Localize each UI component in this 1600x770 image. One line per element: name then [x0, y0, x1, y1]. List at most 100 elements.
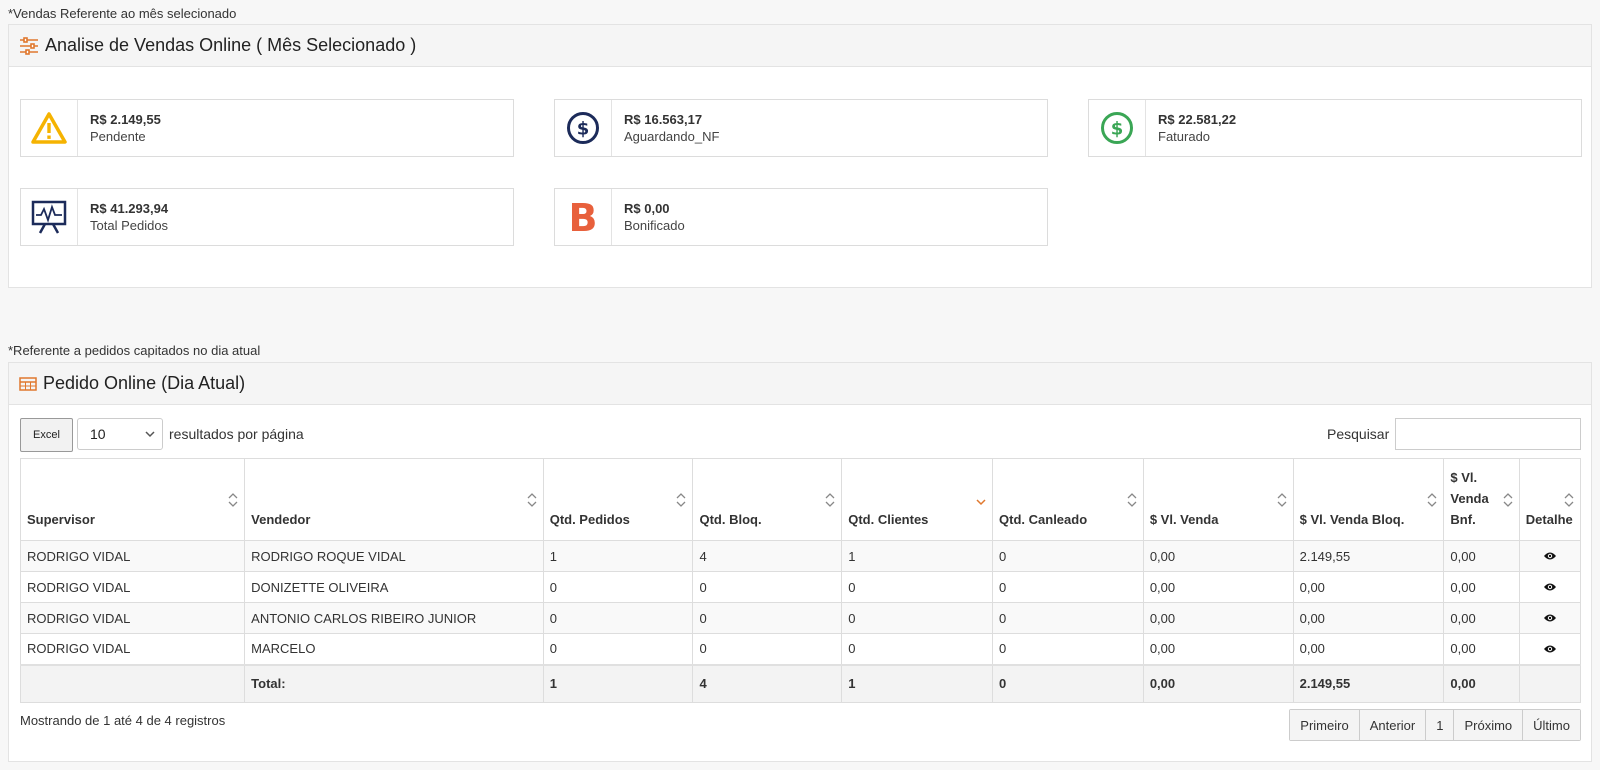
- cell-vendedor: DONIZETTE OLIVEIRA: [244, 571, 544, 603]
- cell-qtd-pedidos: 0: [542, 602, 694, 634]
- pagination: Primeiro Anterior 1 Próximo Último: [1289, 709, 1581, 741]
- footer-cell: [1518, 663, 1582, 703]
- cell-vl-venda: 0,00: [1142, 602, 1294, 634]
- column-header[interactable]: $ Vl. Venda: [1142, 458, 1294, 541]
- card-value: R$ 0,00: [624, 201, 670, 216]
- chevron-down-icon: [145, 431, 155, 438]
- cell-supervisor: RODRIGO VIDAL: [19, 540, 246, 572]
- orders-panel: Pedido Online (Dia Atual) Excel 10 resul…: [8, 362, 1592, 762]
- cell-detalhe[interactable]: [1518, 602, 1582, 634]
- page-last-button[interactable]: Último: [1522, 710, 1580, 740]
- excel-button[interactable]: Excel: [20, 418, 73, 452]
- sort-icon: [1127, 493, 1137, 507]
- cell-vl-venda: 0,00: [1142, 633, 1294, 665]
- column-header[interactable]: $ Vl. Venda Bloq.: [1292, 458, 1445, 541]
- column-header[interactable]: Detalhe: [1518, 458, 1582, 541]
- footer-cell: 1: [841, 663, 994, 703]
- bold-b-icon: B: [569, 199, 598, 235]
- svg-text:B: B: [569, 199, 598, 235]
- table-header-row: Supervisor Vendedor Qtd. Pedidos Qtd. Bl…: [19, 458, 1582, 541]
- cell-vl-venda: 0,00: [1142, 540, 1294, 572]
- cell-detalhe[interactable]: [1518, 571, 1582, 603]
- cell-vendedor: MARCELO: [244, 633, 544, 665]
- card-aguardando-nf: $ R$ 16.563,17 Aguardando_NF: [554, 99, 1048, 157]
- cell-qtd-canleado: 0: [992, 633, 1144, 665]
- cell-qtd-pedidos: 0: [542, 571, 694, 603]
- presentation-chart-icon: [31, 200, 67, 234]
- dollar-circle-icon: $: [1101, 112, 1133, 144]
- orders-table: Supervisor Vendedor Qtd. Pedidos Qtd. Bl…: [19, 458, 1582, 703]
- svg-text:$: $: [577, 119, 590, 140]
- eye-icon[interactable]: [1543, 644, 1557, 654]
- eye-icon[interactable]: [1543, 613, 1557, 623]
- footer-cell: 0: [992, 663, 1144, 703]
- column-header[interactable]: Supervisor: [19, 458, 246, 541]
- cell-qtd-clientes: 0: [841, 633, 994, 665]
- page-size-select[interactable]: 10: [77, 418, 163, 450]
- cell-qtd-clientes: 0: [841, 602, 994, 634]
- cell-vendedor: RODRIGO ROQUE VIDAL: [244, 540, 544, 572]
- month-note: *Vendas Referente ao mês selecionado: [8, 6, 237, 21]
- sales-analysis-panel: Analise de Vendas Online ( Mês Seleciona…: [8, 24, 1592, 288]
- table-row: RODRIGO VIDAL MARCELO 0 0 0 0 0,00 0,00 …: [19, 633, 1582, 665]
- card-label: Pendente: [90, 129, 146, 144]
- cell-vl-venda-bnf: 0,00: [1443, 633, 1520, 665]
- cell-vl-venda-bloq: 0,00: [1292, 633, 1445, 665]
- cell-vl-venda: 0,00: [1142, 571, 1294, 603]
- column-header[interactable]: Qtd. Clientes: [841, 458, 994, 541]
- cell-qtd-bloq: 4: [692, 540, 843, 572]
- sort-icon: [1503, 493, 1513, 507]
- footer-cell: 1: [542, 663, 694, 703]
- footer-cell: [19, 663, 246, 703]
- orders-header: Pedido Online (Dia Atual): [9, 363, 1591, 405]
- cell-vl-venda-bnf: 0,00: [1443, 571, 1520, 603]
- card-bonificado: B R$ 0,00 Bonificado: [554, 188, 1048, 246]
- footer-cell: 0,00: [1443, 663, 1520, 703]
- cell-qtd-pedidos: 0: [542, 633, 694, 665]
- column-header[interactable]: $ Vl. Venda Bnf.: [1443, 458, 1520, 541]
- cell-qtd-canleado: 0: [992, 571, 1144, 603]
- card-label: Total Pedidos: [90, 218, 169, 233]
- sort-icon: [1564, 493, 1574, 507]
- page-next-button[interactable]: Próximo: [1453, 710, 1523, 740]
- page-number-button[interactable]: 1: [1425, 710, 1454, 740]
- table-row: RODRIGO VIDAL DONIZETTE OLIVEIRA 0 0 0 0…: [19, 571, 1582, 603]
- search-input[interactable]: [1395, 418, 1581, 450]
- page-size-value: 10: [90, 426, 106, 442]
- panel-title: Pedido Online (Dia Atual): [43, 373, 246, 393]
- panel-title: Analise de Vendas Online ( Mês Seleciona…: [45, 35, 417, 55]
- sort-desc-icon: [976, 499, 986, 506]
- cell-detalhe[interactable]: [1518, 540, 1582, 572]
- page-first-button[interactable]: Primeiro: [1290, 710, 1359, 740]
- card-faturado: $ R$ 22.581,22 Faturado: [1088, 99, 1582, 157]
- cell-vl-venda-bloq: 0,00: [1292, 571, 1445, 603]
- card-total-pedidos: R$ 41.293,94 Total Pedidos: [20, 188, 514, 246]
- cell-vl-venda-bnf: 0,00: [1443, 602, 1520, 634]
- card-value: R$ 2.149,55: [90, 112, 161, 127]
- footer-total-label: Total:: [244, 663, 544, 703]
- column-header[interactable]: Vendedor: [244, 458, 544, 541]
- column-header[interactable]: Qtd. Pedidos: [542, 458, 694, 541]
- sort-icon: [1427, 493, 1437, 507]
- cell-supervisor: RODRIGO VIDAL: [19, 633, 246, 665]
- eye-icon[interactable]: [1543, 582, 1557, 592]
- card-label: Aguardando_NF: [624, 129, 720, 144]
- sort-icon: [228, 493, 238, 507]
- sort-icon: [1277, 493, 1287, 507]
- cell-qtd-bloq: 0: [692, 571, 843, 603]
- footer-cell: 4: [692, 663, 843, 703]
- card-value: R$ 16.563,17: [624, 112, 703, 127]
- cell-qtd-bloq: 0: [692, 602, 843, 634]
- card-value: R$ 41.293,94: [90, 201, 169, 216]
- column-header[interactable]: Qtd. Bloq.: [692, 458, 843, 541]
- column-header[interactable]: Qtd. Canleado: [992, 458, 1144, 541]
- card-value: R$ 22.581,22: [1158, 112, 1237, 127]
- eye-icon[interactable]: [1543, 551, 1557, 561]
- page-prev-button[interactable]: Anterior: [1358, 710, 1426, 740]
- cell-detalhe[interactable]: [1518, 633, 1582, 665]
- cell-supervisor: RODRIGO VIDAL: [19, 602, 246, 634]
- svg-text:$: $: [1111, 119, 1124, 140]
- footer-cell: 0,00: [1142, 663, 1294, 703]
- warning-icon: [31, 112, 67, 144]
- sort-icon: [677, 493, 686, 507]
